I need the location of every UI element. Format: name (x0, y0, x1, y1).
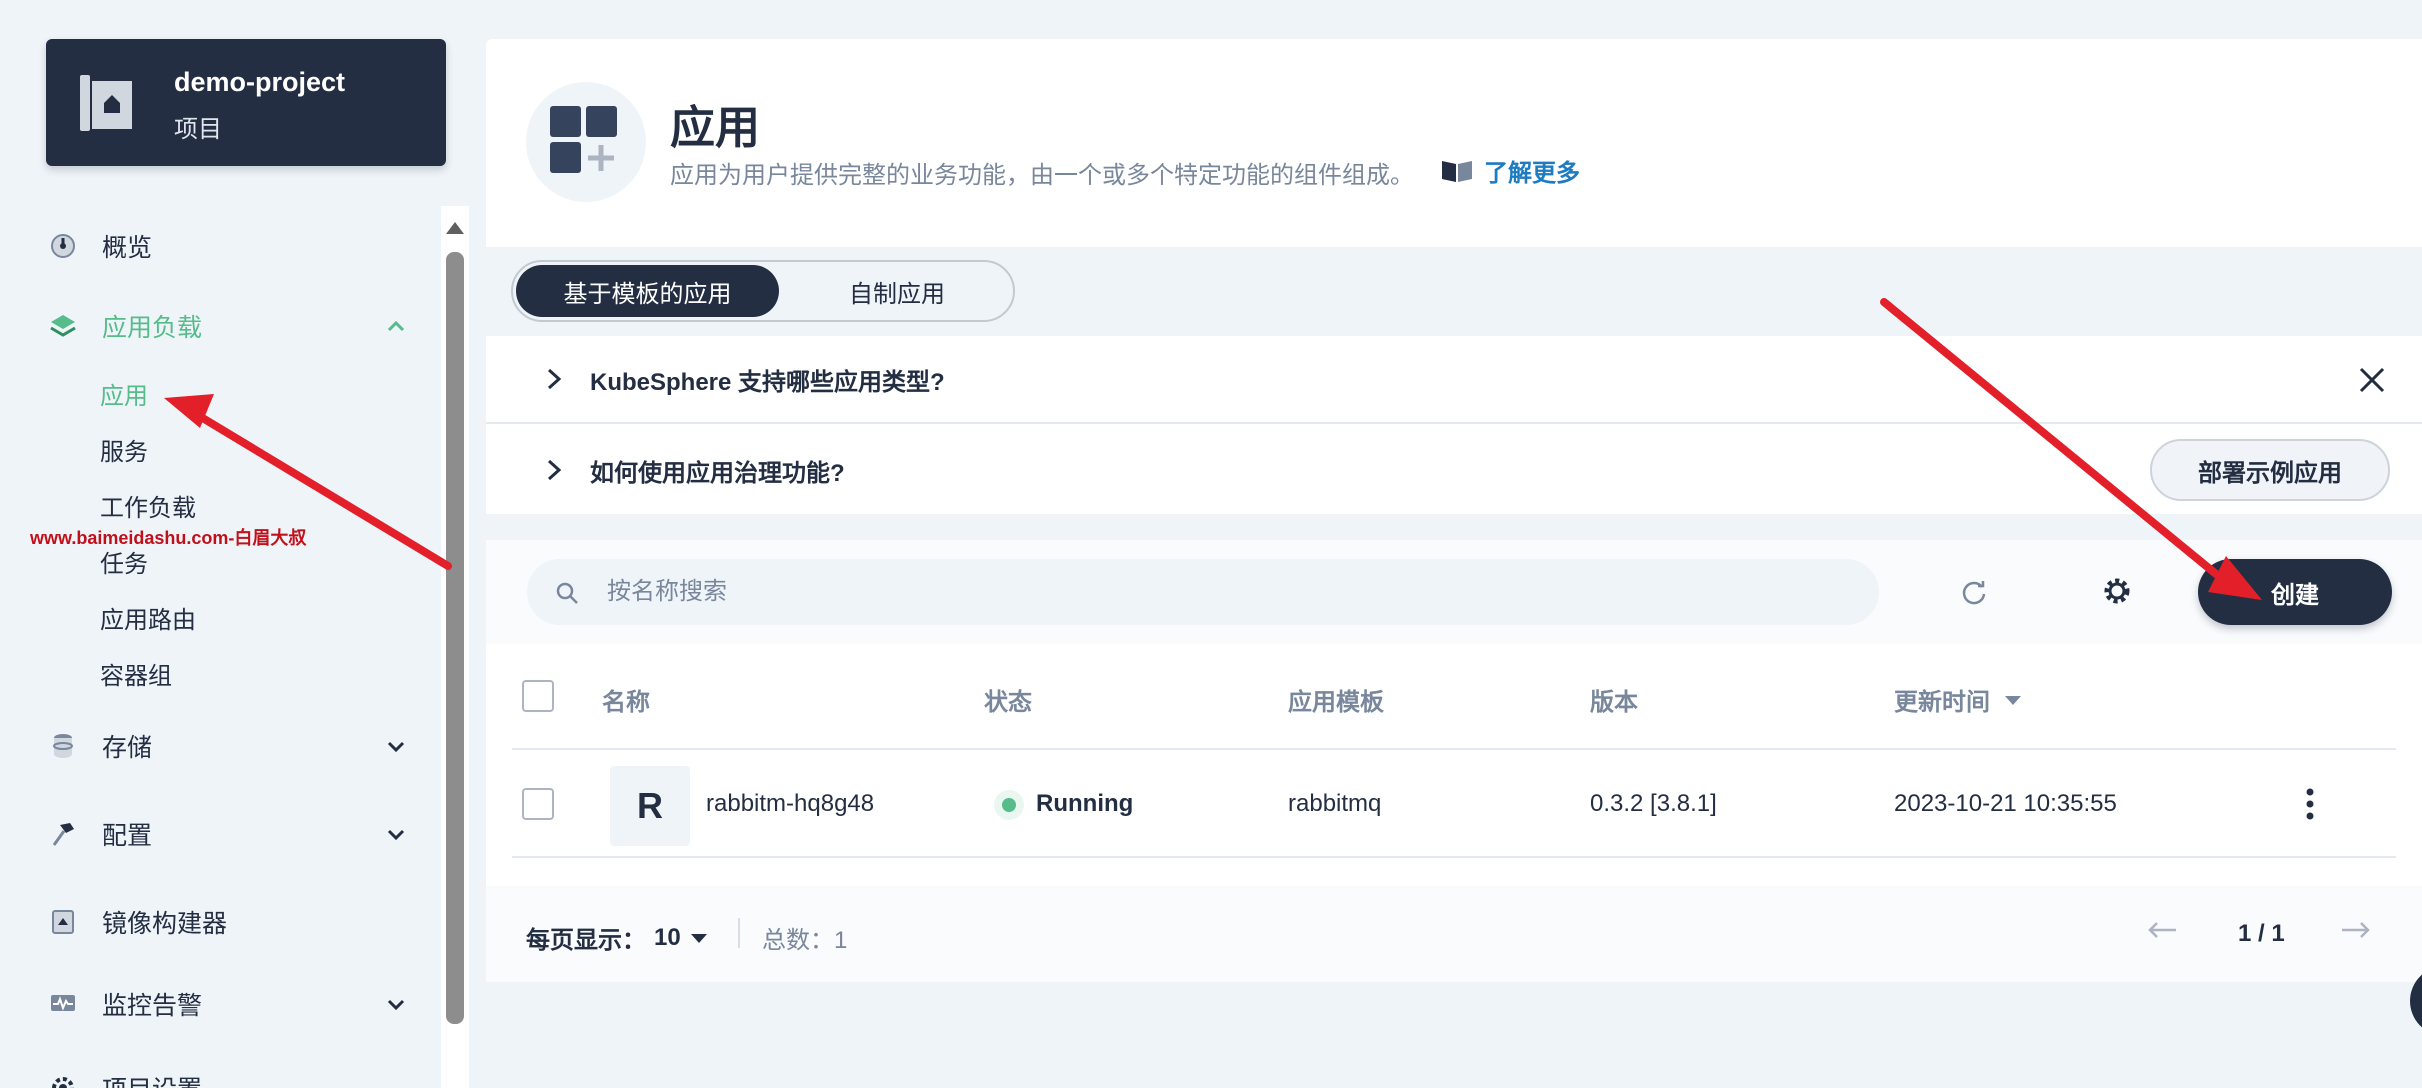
sidebar-item-config[interactable]: 配置 (0, 806, 430, 862)
chevron-right-icon (547, 368, 562, 390)
faq-question: 如何使用应用治理功能? (590, 459, 845, 487)
page-header: 应用 应用为用户提供完整的业务功能，由一个或多个特定功能的组件组成。 了解更多 (486, 39, 2422, 247)
database-icon (50, 733, 76, 759)
sidebar-subitem-routes[interactable]: 应用路由 (100, 600, 196, 635)
faq-question: KubeSphere 支持哪些应用类型? (590, 368, 945, 396)
learn-more-label: 了解更多 (1484, 160, 1580, 187)
row-checkbox[interactable] (522, 788, 554, 820)
faq-panel: KubeSphere 支持哪些应用类型? 如何使用应用治理功能? (486, 336, 2422, 514)
sidebar-item-label: 项目设置 (102, 1070, 202, 1088)
total-count: 总数：1 (762, 920, 847, 955)
status-dot (1002, 798, 1016, 812)
app-list-panel: 创建 名称 状态 应用模板 版本 更新时间 R rabbitm-hq8g48 R… (486, 540, 2422, 982)
search-box[interactable] (527, 559, 1879, 625)
app-avatar: R (610, 766, 690, 846)
page-description: 应用为用户提供完整的业务功能，由一个或多个特定功能的组件组成。 (670, 162, 1414, 189)
column-name[interactable]: 名称 (602, 682, 650, 717)
column-version[interactable]: 版本 (1590, 682, 1638, 717)
sidebar-item-monitoring[interactable]: 监控告警 (0, 976, 430, 1032)
search-icon (556, 582, 578, 604)
sidebar-subitem-services[interactable]: 服务 (100, 432, 148, 467)
list-toolbar: 创建 (486, 540, 2422, 644)
sidebar-item-label: 镜像构建器 (102, 910, 228, 938)
divider (738, 918, 740, 948)
sidebar-item-overview[interactable]: 概览 (0, 218, 430, 274)
image-builder-icon (50, 909, 76, 935)
chevron-down-icon (387, 829, 405, 841)
updated-time: 2023-10-21 10:35:55 (1894, 790, 2117, 817)
chevron-up-icon (387, 320, 405, 332)
watermark: www.baimeidashu.com-白眉大叔 (30, 528, 307, 548)
sidebar-subitem-apps[interactable]: 应用 (100, 376, 148, 411)
learn-more-link[interactable]: 了解更多 (1440, 153, 1580, 188)
pagination-bar: 每页显示： 10 总数：1 1 / 1 (486, 886, 2422, 982)
page-size-label: 每页显示： (526, 927, 646, 954)
column-status[interactable]: 状态 (984, 682, 1032, 717)
gear-icon[interactable] (2100, 574, 2134, 608)
refresh-icon[interactable] (1958, 576, 1990, 608)
monitor-icon (50, 991, 76, 1017)
dashboard-icon (50, 233, 76, 259)
sidebar-item-project-settings[interactable]: 项目设置 (0, 1060, 430, 1088)
page-title: 应用 (670, 102, 761, 153)
project-icon (80, 75, 132, 131)
chevron-down-icon (387, 999, 405, 1011)
sidebar-item-label: 概览 (102, 234, 153, 262)
page-size-select[interactable]: 每页显示： 10 (526, 920, 709, 955)
sidebar-item-image-builder[interactable]: 镜像构建器 (0, 894, 430, 950)
total-value: 1 (834, 927, 848, 954)
app-type-tabs: 基于模板的应用 自制应用 (511, 260, 1015, 322)
column-template[interactable]: 应用模板 (1288, 682, 1384, 717)
tab-custom-apps[interactable]: 自制应用 (783, 265, 1011, 317)
sidebar-item-label: 存储 (102, 734, 153, 762)
layers-icon (50, 313, 76, 339)
close-icon[interactable] (2358, 366, 2386, 394)
total-label: 总数： (762, 927, 834, 954)
more-actions-icon[interactable] (2300, 784, 2320, 824)
project-type: 项目 (174, 116, 222, 143)
column-updated-time[interactable]: 更新时间 (1894, 682, 2022, 717)
sidebar-item-app-workloads[interactable]: 应用负载 (0, 298, 430, 354)
prev-page-icon[interactable] (2146, 918, 2178, 942)
app-name-link[interactable]: rabbitm-hq8g48 (706, 790, 874, 818)
scroll-up-arrow-icon[interactable] (446, 222, 464, 234)
sidebar-subitem-pods[interactable]: 容器组 (100, 656, 172, 691)
chevron-right-icon (547, 459, 562, 481)
select-all-checkbox[interactable] (522, 680, 554, 712)
sidebar-subitem-workloads[interactable]: 工作负载 (100, 488, 196, 523)
search-input[interactable] (607, 571, 1847, 613)
chevron-down-icon (387, 741, 405, 753)
sidebar-item-storage[interactable]: 存储 (0, 718, 430, 774)
sidebar-item-label: 配置 (102, 822, 153, 850)
sidebar-nav: 概览 应用负载 应用 服务 工作负载 任务 应用路由 容器组 存储 配置 镜像构… (0, 204, 446, 1088)
create-button[interactable]: 创建 (2198, 559, 2392, 625)
sidebar-item-label: 监控告警 (102, 992, 203, 1020)
sidebar-item-label: 应用负载 (102, 314, 203, 342)
page-size-value: 10 (654, 923, 681, 951)
book-icon (1442, 160, 1472, 182)
deploy-sample-app-button[interactable]: 部署示例应用 (2150, 439, 2390, 501)
sort-down-icon (2005, 695, 2021, 705)
app-version: 0.3.2 [3.8.1] (1590, 790, 1717, 817)
project-card[interactable]: demo-project 项目 (46, 39, 446, 166)
page-indicator: 1 / 1 (2238, 920, 2285, 947)
hammer-icon (50, 821, 76, 847)
table-header: 名称 状态 应用模板 版本 更新时间 (512, 644, 2396, 750)
status-text: Running (1036, 790, 1134, 817)
faq-item-governance[interactable]: 如何使用应用治理功能? (486, 426, 2422, 514)
column-updated-time-label: 更新时间 (1894, 689, 1990, 716)
project-name: demo-project (174, 67, 346, 97)
next-page-icon[interactable] (2340, 918, 2372, 942)
faq-item-app-types[interactable]: KubeSphere 支持哪些应用类型? (486, 336, 2422, 424)
apps-icon (526, 82, 646, 202)
sidebar-scrollbar-thumb[interactable] (446, 252, 464, 1024)
tab-template-apps[interactable]: 基于模板的应用 (516, 265, 779, 317)
app-template: rabbitmq (1288, 790, 1382, 817)
caret-down-icon (690, 933, 707, 943)
table-row[interactable]: R rabbitm-hq8g48 Running rabbitmq 0.3.2 … (512, 750, 2396, 858)
settings-icon (50, 1075, 76, 1088)
